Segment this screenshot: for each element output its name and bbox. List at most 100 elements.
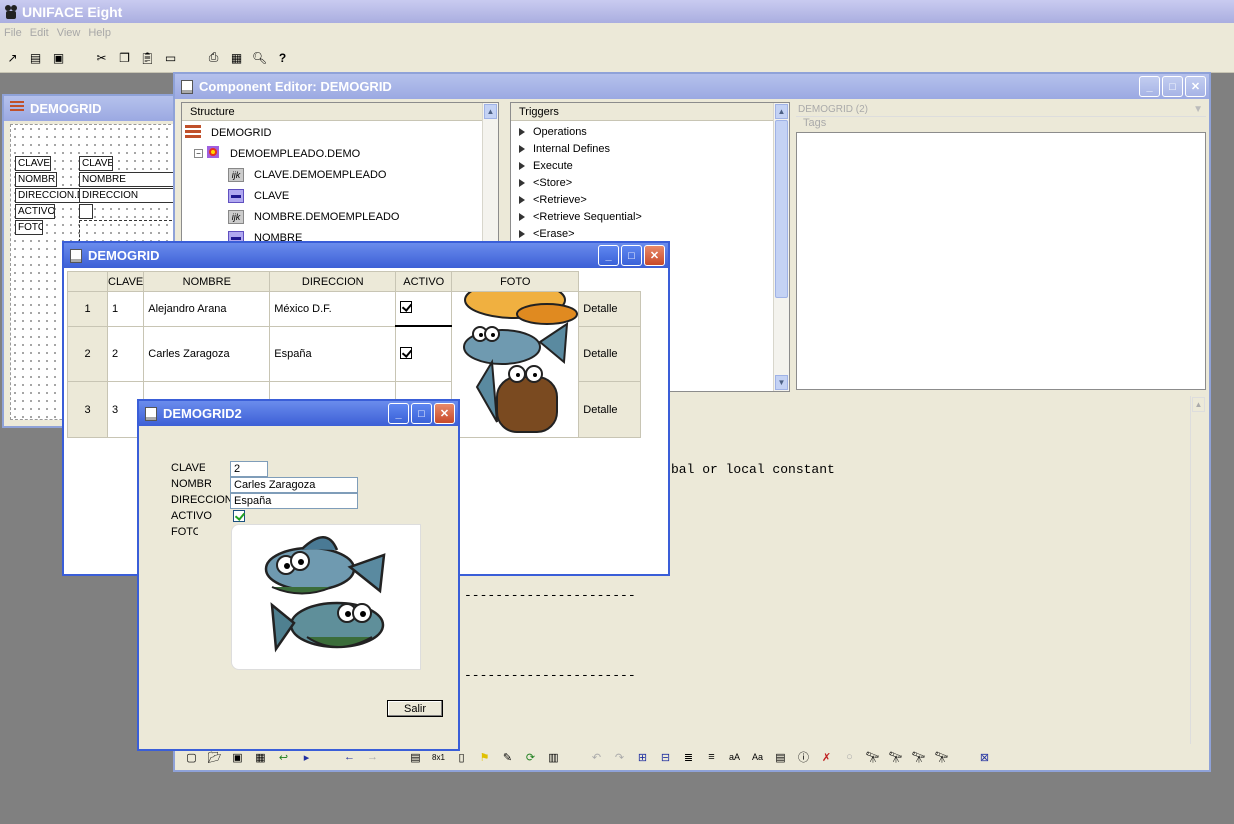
copy-icon[interactable]: ❐ (116, 49, 133, 66)
close-button[interactable]: ✕ (1185, 76, 1206, 97)
column-header-nombre[interactable]: NOMBRE (143, 271, 271, 292)
tree-item-entity[interactable]: − DEMOEMPLEADO.DEMO (182, 143, 482, 164)
document-icon[interactable]: ▤ (772, 749, 789, 766)
tree-item-nombre-field[interactable]: ijk NOMBRE.DEMOEMPLEADO (182, 206, 482, 227)
activo-checkbox[interactable] (233, 510, 245, 522)
component-icon[interactable]: ▤ (407, 749, 424, 766)
direccion-field[interactable]: España (230, 493, 358, 509)
cell-direccion[interactable]: España (269, 325, 397, 383)
paste-icon[interactable]: 📋︎ (139, 49, 156, 66)
refresh-icon[interactable]: ⟳ (522, 749, 539, 766)
save-all-icon[interactable]: ▦ (252, 749, 269, 766)
design-label-clave[interactable]: CLAVE (15, 156, 51, 171)
cut-icon[interactable]: ✂ (93, 49, 110, 66)
trigger-item[interactable]: Internal Defines (511, 140, 773, 157)
cell-activo[interactable] (395, 291, 453, 328)
back-icon[interactable]: ← (341, 749, 358, 766)
trigger-item[interactable]: Execute (511, 157, 773, 174)
select-icon[interactable]: ⊞ (634, 749, 651, 766)
save-icon[interactable]: ▣ (50, 49, 67, 66)
dropdown-arrow-icon[interactable]: ▼ (1193, 104, 1203, 115)
run-icon[interactable]: ▸ (298, 749, 315, 766)
cell-activo[interactable] (395, 325, 453, 383)
code-scrollbar[interactable]: ▲ ▼ (1190, 396, 1206, 768)
tree-item-clave-widget[interactable]: CLAVE (182, 185, 482, 206)
triggers-scrollbar[interactable]: ▲ ▼ (773, 103, 789, 391)
menu-view[interactable]: View (55, 27, 87, 39)
tags-pane[interactable] (796, 132, 1206, 390)
design-field-activo[interactable] (79, 204, 93, 219)
activo-checkbox[interactable] (400, 301, 413, 314)
row-number[interactable]: 2 (67, 325, 108, 383)
maximize-button[interactable]: □ (411, 403, 432, 424)
expand-minus-icon[interactable]: − (194, 149, 203, 158)
close-button[interactable]: ✕ (434, 403, 455, 424)
tags-selector[interactable]: DEMOGRID (2) ▼ (796, 102, 1206, 117)
design-label-activo[interactable]: ACTIVO (15, 204, 55, 219)
trigger-item[interactable]: <Retrieve> (511, 191, 773, 208)
scroll-up-arrow[interactable]: ▲ (1192, 397, 1205, 412)
edit-icon[interactable]: ✎ (499, 749, 516, 766)
row-number[interactable]: 1 (67, 291, 108, 327)
scroll-down-arrow[interactable]: ▼ (775, 375, 788, 390)
compile-icon[interactable]: ↩ (275, 749, 292, 766)
exit-icon[interactable]: ↗ (4, 49, 21, 66)
design-field-nombre[interactable]: NOMBRE (79, 172, 177, 187)
row-number[interactable]: 3 (67, 381, 108, 438)
find-next-icon[interactable]: 🔭︎ (887, 749, 904, 766)
scroll-up-arrow[interactable]: ▲ (484, 104, 497, 119)
save-icon[interactable]: ▣ (229, 749, 246, 766)
select-all-icon[interactable]: ⊟ (657, 749, 674, 766)
trigger-item[interactable]: <Store> (511, 174, 773, 191)
maximize-button[interactable]: □ (1162, 76, 1183, 97)
salir-button[interactable]: Salir (387, 700, 443, 717)
column-header-direccion[interactable]: DIRECCION (269, 271, 397, 292)
find-icon[interactable]: 🔭︎ (864, 749, 881, 766)
detail-button[interactable]: Detalle (578, 291, 642, 327)
close-button[interactable]: ✕ (644, 245, 665, 266)
maximize-button[interactable]: □ (621, 245, 642, 266)
uppercase-icon[interactable]: Aa (749, 749, 766, 766)
bookmark-icon[interactable]: ⚑ (476, 749, 493, 766)
replace-icon[interactable]: 🔭︎ (933, 749, 950, 766)
print-setup-icon[interactable]: ▦ (228, 49, 245, 66)
tree-item-demogrid[interactable]: DEMOGRID (182, 122, 482, 143)
disabled-icon[interactable]: ○ (841, 749, 858, 766)
clear-icon[interactable]: ▭ (162, 49, 179, 66)
grid-icon[interactable]: 8x1 (430, 749, 447, 766)
new-icon[interactable]: ▢ (183, 749, 200, 766)
cell-clave[interactable]: 2 (106, 325, 145, 383)
redo-icon[interactable]: ↷ (611, 749, 628, 766)
minimize-button[interactable]: _ (1139, 76, 1160, 97)
cell-direccion[interactable]: México D.F. (269, 291, 397, 327)
design-field-clave[interactable]: CLAVE (79, 156, 113, 171)
foto-image-field[interactable] (231, 524, 421, 670)
window-icon[interactable]: ▤ (27, 49, 44, 66)
cell-nombre[interactable]: Alejandro Arana (143, 291, 271, 327)
lowercase-icon[interactable]: aA (726, 749, 743, 766)
delete-icon[interactable]: ✗ (818, 749, 835, 766)
minimize-button[interactable]: _ (598, 245, 619, 266)
design-field-direccion[interactable]: DIRECCION (79, 188, 177, 203)
indent-icon[interactable]: ≣ (680, 749, 697, 766)
menu-help[interactable]: Help (86, 27, 117, 39)
detail-button[interactable]: Detalle (578, 381, 642, 438)
detail-button[interactable]: Detalle (578, 325, 642, 383)
minimize-button[interactable]: _ (388, 403, 409, 424)
fullscreen-icon[interactable]: ⊠ (976, 749, 993, 766)
design-label-foto[interactable]: FOTO (15, 220, 43, 235)
print-icon[interactable]: ⎙ (205, 49, 222, 66)
cell-foto[interactable] (451, 291, 580, 438)
design-label-nombre[interactable]: NOMBRE (15, 172, 57, 187)
column-header-foto[interactable]: FOTO (451, 271, 580, 292)
nombre-field[interactable]: Carles Zaragoza (230, 477, 358, 493)
menu-edit[interactable]: Edit (28, 27, 55, 39)
outdent-icon[interactable]: ≡ (703, 749, 720, 766)
scroll-thumb[interactable] (775, 120, 788, 298)
table-row[interactable]: 1 1 Alejandro Arana México D.F. Detalle (67, 291, 642, 438)
activo-checkbox[interactable] (400, 346, 413, 359)
trigger-item[interactable]: <Retrieve Sequential> (511, 208, 773, 225)
info-icon[interactable]: ⓘ (795, 749, 812, 766)
forward-icon[interactable]: → (364, 749, 381, 766)
trigger-item[interactable]: Operations (511, 123, 773, 140)
